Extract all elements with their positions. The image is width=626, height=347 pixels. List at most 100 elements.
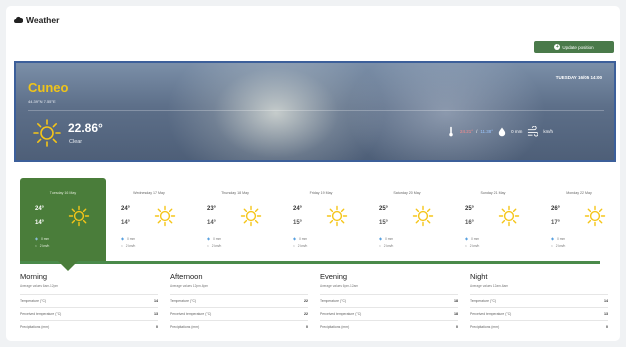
day-periods: Morning Average values 6am-12pm Temperatur… [20, 272, 614, 341]
forecast-rain: ◈ 0 mm [121, 236, 135, 241]
sun-icon [412, 205, 434, 227]
period-row-value: 22 [304, 312, 308, 316]
forecast-high: 24° [121, 206, 131, 212]
forecast-wind: ≈2 km/h [379, 244, 393, 248]
forecast-wind-value: 2 km/h [469, 244, 480, 248]
selected-day-pointer [58, 261, 78, 271]
period-row: Temperature (°C) 22 [170, 294, 308, 307]
hero-divider [28, 110, 604, 111]
period-subtitle: Average values 6am-12pm [20, 284, 59, 288]
forecast-rain-value: 0 mm [385, 236, 394, 241]
sun-icon [68, 205, 90, 227]
period-row-label: Temperature (°C) [20, 299, 47, 303]
forecast-low: 15° [379, 220, 389, 226]
period-row-value: 0 [456, 325, 458, 329]
period-row-label: Precipitations (mm) [170, 325, 200, 329]
forecast-day-name: Tuesday 16 May [49, 191, 77, 195]
forecast-rain: ◈ 0 mm [293, 236, 307, 241]
sun-icon [154, 205, 176, 227]
period-subtitle: Average values 12am-6am [470, 284, 509, 288]
sun-icon [498, 205, 520, 227]
wind-icon: ≈ [465, 244, 467, 248]
sky-glow [346, 63, 546, 160]
forecast-wind-value: 2 km/h [297, 244, 308, 248]
period-row-label: Temperature (°C) [470, 299, 497, 303]
forecast-rain: ◈ 0 mm [35, 236, 49, 241]
temp-separator: / [476, 129, 478, 134]
wind-icon: ≈ [35, 244, 37, 248]
period-row-value: 22 [304, 299, 308, 303]
period-row-value: 18 [454, 299, 458, 303]
temp-max: 24.21° [460, 129, 474, 134]
forecast-low: 14° [35, 220, 45, 226]
date-time: TUESDAY 16/05 14:00 [555, 75, 602, 80]
forecast-low: 14° [207, 220, 217, 226]
period-row-label: Perceived temperature (°C) [170, 312, 212, 316]
period-row: Perceived temperature (°C) 13 [470, 307, 608, 320]
current-condition: Clear [69, 139, 83, 145]
forecast-day[interactable]: Monday 22 May 26° 17° ◈ 0 mm ≈2 km/h [536, 178, 620, 262]
forecast-high: 24° [35, 206, 45, 212]
coordinates: 44.39°N 7.55°E [28, 99, 56, 104]
forecast-high: 25° [465, 206, 475, 212]
forecast-day[interactable]: Wednesday 17 May 24° 14° ◈ 0 mm ≈2 km/h [106, 178, 192, 262]
wind-icon: ≈ [551, 244, 553, 248]
forecast-day-name: Monday 22 May [566, 191, 592, 195]
forecast-high: 25° [379, 206, 389, 212]
forecast-rain-value: 0 mm [213, 236, 222, 241]
period-title: Evening [320, 272, 348, 281]
update-position-button[interactable]: + Update position [534, 41, 614, 53]
forecast-wind: ≈2 km/h [551, 244, 565, 248]
period-row: Temperature (°C) 14 [470, 294, 608, 307]
period-title: Morning [20, 272, 48, 281]
period-section: Night Average values 12am-6am Temperature … [470, 272, 608, 333]
wind-unit: km/h [543, 129, 554, 134]
forecast-rain: ◈ 0 mm [207, 236, 221, 241]
forecast-day[interactable]: Sunday 21 May 25° 16° ◈ 0 mm ≈2 km/h [450, 178, 536, 262]
raindrop-icon: ◈ [465, 236, 469, 241]
period-row: Perceived temperature (°C) 13 [20, 307, 158, 320]
forecast-underline [20, 261, 600, 264]
period-row: Perceived temperature (°C) 22 [170, 307, 308, 320]
app-title: Weather [14, 15, 59, 25]
forecast-day[interactable]: Thursday 18 May 23° 14° ◈ 0 mm ≈2 km/h [192, 178, 278, 262]
period-row-value: 13 [604, 312, 608, 316]
forecast-high: 24° [293, 206, 303, 212]
forecast-rain: ◈ 0 mm [379, 236, 393, 241]
raindrop-icon: ◈ [551, 236, 555, 241]
city-name: Cuneo [28, 80, 69, 95]
wind-icon: ≈ [379, 244, 381, 248]
forecast-high: 23° [207, 206, 217, 212]
period-title: Night [470, 272, 488, 281]
wind-icon: ≈ [207, 244, 209, 248]
raindrop-icon: ◈ [121, 236, 125, 241]
sun-icon [33, 119, 61, 147]
period-row: Precipitations (mm) 0 [170, 320, 308, 333]
forecast-row: Tuesday 16 May 24° 14° ◈ 0 mm ≈2 km/h Wednesda… [20, 178, 615, 262]
wind-icon: ≈ [293, 244, 295, 248]
temp-min: 11.38° [480, 129, 494, 134]
period-title: Afternoon [170, 272, 203, 281]
app-title-text: Weather [26, 15, 60, 25]
update-position-label: Update position [562, 44, 594, 50]
cloud-icon [14, 16, 23, 23]
period-row-label: Perceived temperature (°C) [320, 312, 362, 316]
period-row-label: Precipitations (mm) [320, 325, 350, 329]
period-row-label: Temperature (°C) [320, 299, 347, 303]
raindrop-icon: ◈ [379, 236, 383, 241]
raindrop-icon: ◈ [293, 236, 297, 241]
raindrop-icon [498, 127, 506, 137]
plus-icon: + [554, 44, 561, 50]
period-section: Afternoon Average values 12pm-6pm Temperat… [170, 272, 308, 333]
forecast-day[interactable]: Saturday 20 May 25° 15° ◈ 0 mm ≈2 km/h [364, 178, 450, 262]
period-row-label: Perceived temperature (°C) [20, 312, 62, 316]
sun-icon [584, 205, 606, 227]
forecast-day[interactable]: Tuesday 16 May 24° 14° ◈ 0 mm ≈2 km/h [20, 178, 106, 262]
forecast-rain-value: 0 mm [127, 236, 136, 241]
forecast-wind-value: 2 km/h [39, 244, 50, 248]
current-temperature: 22.86° [68, 121, 103, 135]
forecast-rain-value: 0 mm [557, 236, 566, 241]
forecast-day[interactable]: Friday 19 May 24° 15° ◈ 0 mm ≈2 km/h [278, 178, 364, 262]
period-row: Precipitations (mm) 0 [320, 320, 458, 333]
forecast-rain: ◈ 0 mm [551, 236, 565, 241]
